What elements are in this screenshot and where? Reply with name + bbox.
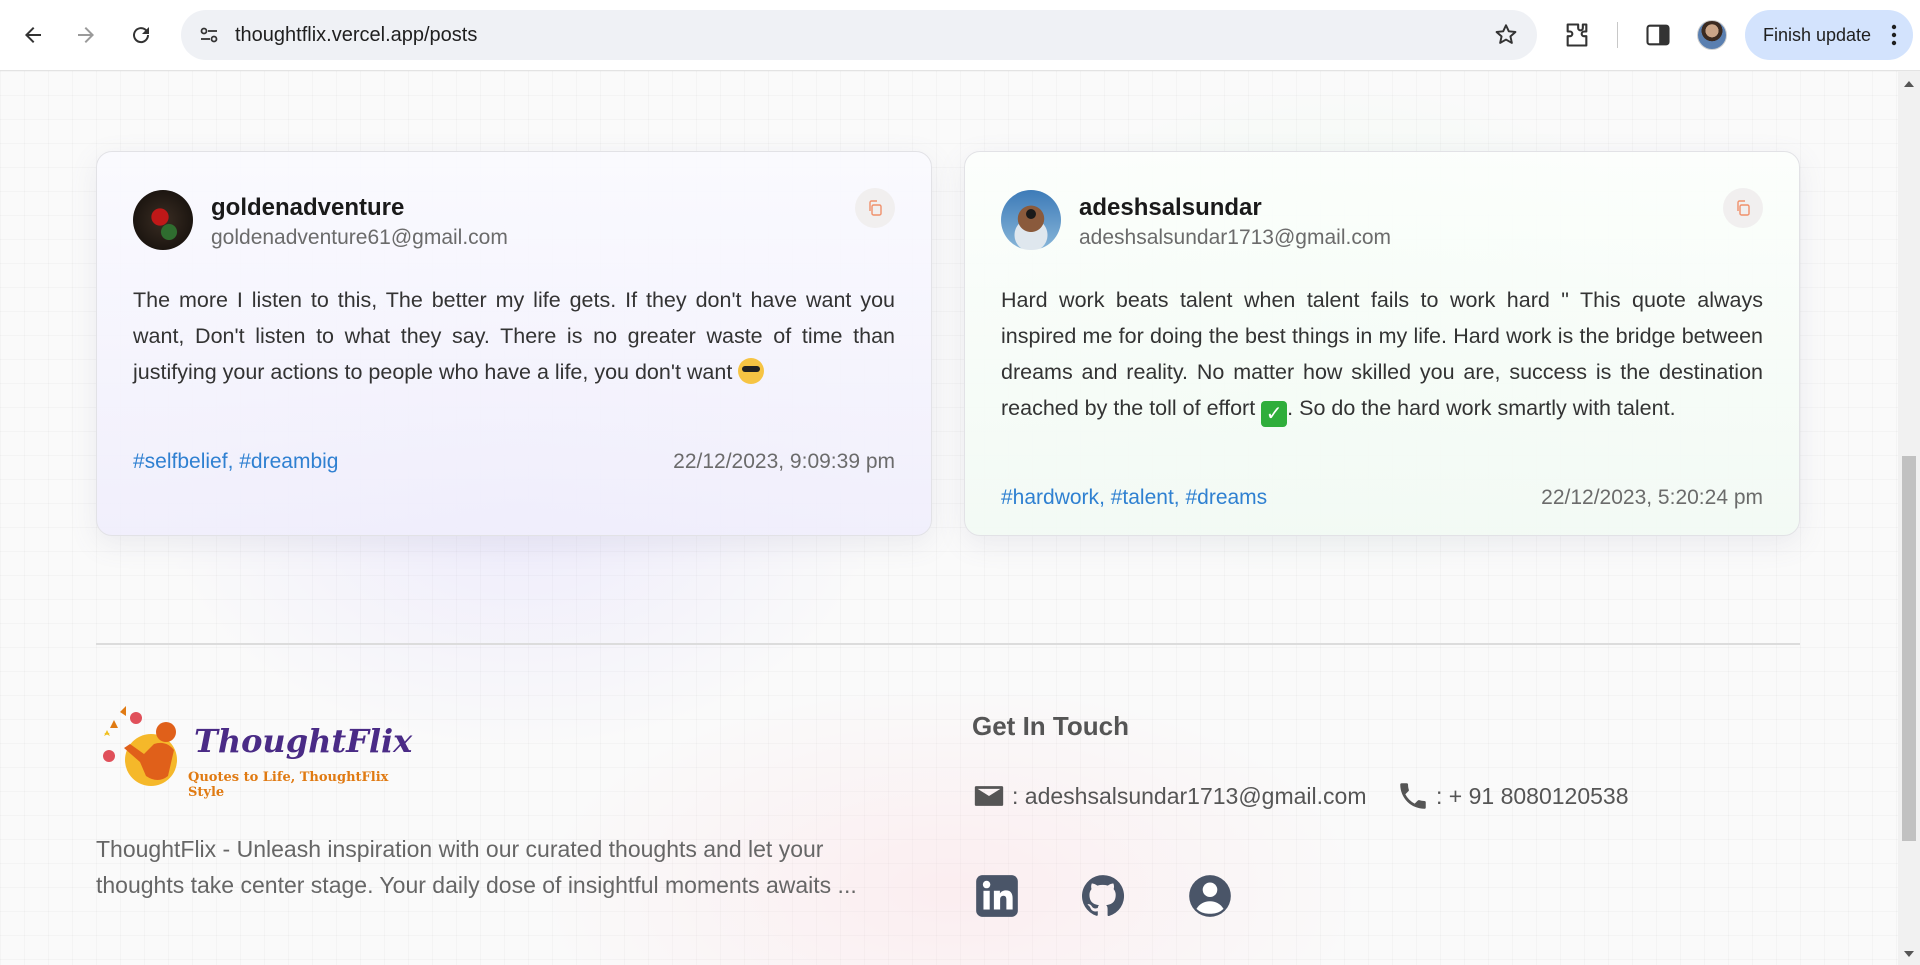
- address-bar[interactable]: thoughtflix.vercel.app/posts: [181, 10, 1537, 60]
- tag-link[interactable]: #dreams: [1185, 486, 1267, 509]
- browser-toolbar: thoughtflix.vercel.app/posts Finish upda…: [0, 0, 1920, 71]
- tag-link[interactable]: #talent: [1111, 486, 1174, 509]
- linkedin-link[interactable]: [972, 871, 1022, 921]
- logo-tagline: Quotes to Life, ThoughtFlix Style: [188, 770, 389, 800]
- post-tags: #hardwork, #talent, #dreams: [1001, 486, 1268, 509]
- url-text[interactable]: thoughtflix.vercel.app/posts: [235, 24, 477, 47]
- post-email: adeshsalsundar1713@gmail.com: [1079, 226, 1391, 249]
- post-email: goldenadventure61@gmail.com: [211, 226, 508, 249]
- user-avatar[interactable]: [133, 190, 193, 250]
- github-icon: [1082, 875, 1125, 917]
- side-panel-icon[interactable]: [1644, 21, 1672, 49]
- thoughtflix-logo[interactable]: ThoughtFlix Quotes to Life, ThoughtFlix …: [96, 706, 416, 800]
- post-date: 22/12/2023, 5:20:24 pm: [1541, 486, 1763, 509]
- footer-divider: [96, 643, 1800, 645]
- post-quote-text-end: . So do the hard work smartly with talen…: [1287, 396, 1676, 420]
- post-username[interactable]: goldenadventure: [211, 194, 404, 222]
- post-quote-text: The more I listen to this, The better my…: [133, 288, 895, 384]
- copy-button[interactable]: [1723, 188, 1763, 228]
- scrollbar-thumb[interactable]: [1902, 456, 1916, 841]
- finish-update-label: Finish update: [1763, 24, 1872, 45]
- contact-heading: Get In Touch: [972, 711, 1129, 741]
- post-date: 22/12/2023, 9:09:39 pm: [673, 450, 895, 473]
- page-content: goldenadventure goldenadventure61@gmail.…: [0, 71, 1898, 965]
- reload-button[interactable]: [121, 15, 161, 55]
- post-quote: Hard work beats talent when talent fails…: [1001, 282, 1763, 427]
- footer-about-text: ThoughtFlix - Unleash inspiration with o…: [96, 836, 857, 898]
- tag-link[interactable]: #dreambig: [239, 450, 338, 473]
- contact-email-text: : adeshsalsundar1713@gmail.com: [1012, 782, 1367, 809]
- copy-icon: [1737, 200, 1750, 216]
- mail-icon: [974, 786, 1004, 806]
- back-button[interactable]: [13, 15, 53, 55]
- extensions-puzzle-icon[interactable]: [1563, 21, 1591, 49]
- profile-avatar[interactable]: [1697, 20, 1727, 50]
- post-quote: The more I listen to this, The better my…: [133, 282, 895, 390]
- bookmark-star-icon[interactable]: [1493, 22, 1519, 48]
- user-avatar[interactable]: [1001, 190, 1061, 250]
- post-card: goldenadventure goldenadventure61@gmail.…: [96, 151, 932, 536]
- post-card: adeshsalsundar adeshsalsundar1713@gmail.…: [964, 151, 1800, 536]
- forward-button[interactable]: [66, 15, 106, 55]
- toolbar-divider: [1617, 22, 1618, 48]
- tag-link[interactable]: #selfbelief: [133, 450, 228, 473]
- reload-icon: [133, 27, 150, 44]
- post-username[interactable]: adeshsalsundar: [1079, 194, 1262, 222]
- vertical-scrollbar[interactable]: [1898, 71, 1920, 965]
- copy-button[interactable]: [855, 188, 895, 228]
- logo-brand-text: ThoughtFlix: [194, 722, 413, 760]
- account-circle-icon: [1189, 875, 1231, 917]
- scroll-up-arrow-icon[interactable]: [1904, 81, 1914, 87]
- github-link[interactable]: [1078, 871, 1128, 921]
- profile-link[interactable]: [1185, 871, 1235, 921]
- back-arrow-icon: [25, 27, 41, 43]
- contact-phone-text: : + 91 8080120538: [1436, 782, 1629, 809]
- site-settings-icon[interactable]: [197, 23, 221, 47]
- check-mark-icon: ✓: [1261, 401, 1288, 427]
- post-tags: #selfbelief, #dreambig: [133, 450, 339, 473]
- scroll-down-arrow-icon[interactable]: [1904, 951, 1914, 957]
- copy-icon: [869, 200, 882, 216]
- tag-link[interactable]: #hardwork: [1001, 486, 1099, 509]
- more-menu-icon[interactable]: [1891, 23, 1897, 47]
- phone-icon: [1400, 783, 1426, 809]
- contact-phone[interactable]: : + 91 8080120538: [1396, 779, 1629, 813]
- contact-email[interactable]: : adeshsalsundar1713@gmail.com: [972, 779, 1367, 813]
- finish-update-button[interactable]: Finish update: [1745, 10, 1913, 60]
- forward-arrow-icon: [78, 27, 94, 43]
- linkedin-icon: [976, 875, 1018, 917]
- sunglasses-face-icon: [738, 358, 765, 384]
